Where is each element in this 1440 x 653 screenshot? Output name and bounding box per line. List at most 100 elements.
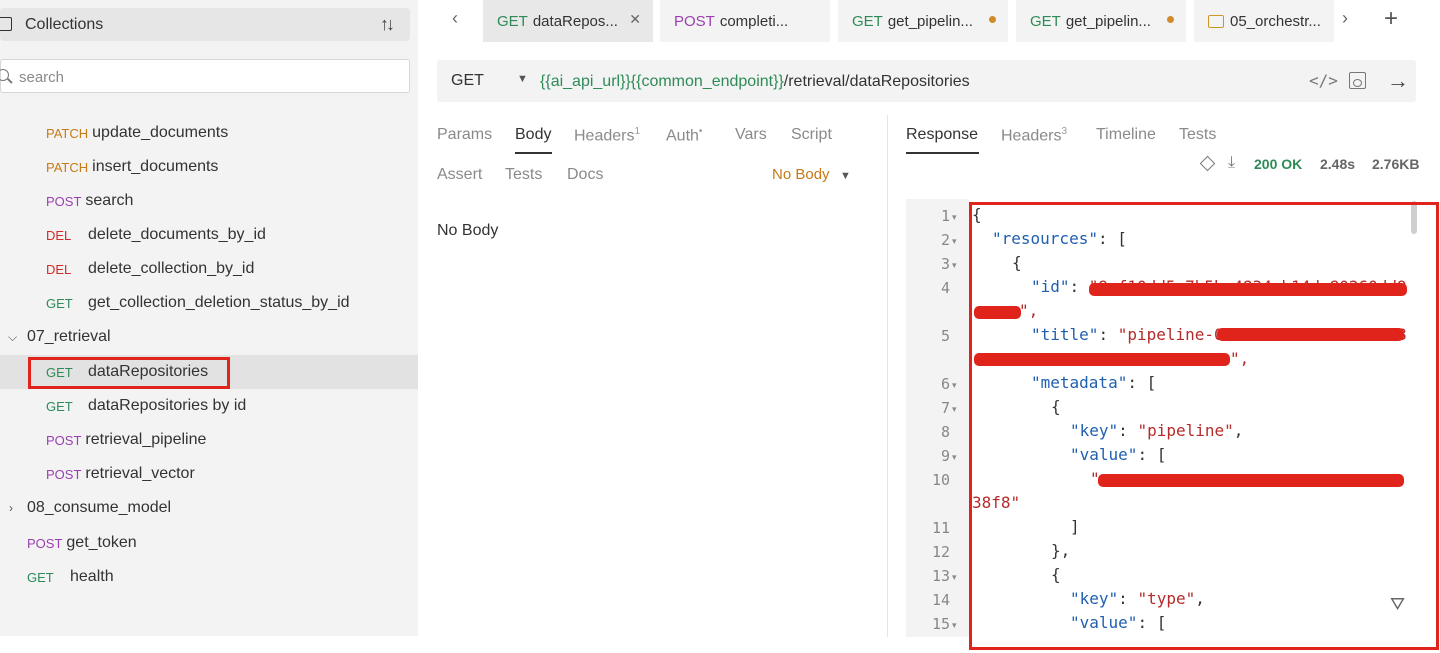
folder-label: 07_retrieval (27, 328, 111, 345)
chevron-down-icon[interactable]: ▼ (840, 170, 851, 182)
url-bar: GET ▼ {{ai_api_url}}{{common_endpoint}}/… (437, 60, 1416, 102)
collections-header[interactable]: Collections ↑↓ (0, 8, 410, 41)
sidebar-item-retrieval-vector[interactable]: POST retrieval_vector (0, 457, 418, 491)
tab-script[interactable]: Script (791, 126, 832, 144)
body-mode-select[interactable]: No Body (772, 166, 830, 183)
fold-icon[interactable]: ▾ (952, 572, 957, 583)
active-tab-indicator (906, 152, 979, 154)
tab-get-pipeline-1[interactable]: GET get_pipelin... (838, 0, 1008, 42)
line-number: 11 (931, 519, 950, 537)
tab-response[interactable]: Response (906, 126, 978, 144)
folder-08-consume-model[interactable]: › 08_consume_model (0, 491, 418, 525)
new-tab-plus-icon[interactable]: + (1384, 5, 1398, 33)
sidebar-item-update-documents[interactable]: PATCH update_documents (0, 116, 418, 150)
tab-label: get_pipelin... (1065, 12, 1151, 30)
download-icon[interactable]: ⤓ (1228, 154, 1235, 172)
fold-icon[interactable]: ▾ (952, 236, 957, 247)
tab-docs[interactable]: Docs (567, 166, 603, 184)
response-size: 2.76KB (1372, 156, 1420, 172)
tabs-scroll-left-icon[interactable]: ‹ (452, 8, 458, 29)
sidebar-item-insert-documents[interactable]: PATCH insert_documents (0, 150, 418, 184)
save-icon[interactable] (1349, 72, 1366, 89)
code-generate-icon[interactable]: </> (1309, 71, 1338, 90)
body-content-text: No Body (437, 222, 499, 239)
fold-icon[interactable]: ▾ (952, 380, 957, 391)
method-badge: DEL (46, 227, 72, 243)
tab-get-pipeline-2[interactable]: GET get_pipelin... (1016, 0, 1186, 42)
line-number: 10 (931, 471, 950, 489)
chevron-down-icon[interactable]: ▼ (517, 73, 528, 85)
fold-icon[interactable]: ▾ (952, 404, 957, 415)
search-box[interactable] (0, 59, 410, 93)
tab-params[interactable]: Params (437, 126, 492, 144)
sidebar-footer-toolbar (0, 628, 418, 638)
line-number: 8 (940, 423, 950, 441)
tab-method: POST (674, 12, 715, 30)
collections-title: Collections (25, 16, 104, 33)
sidebar-item-delete-documents-by-id[interactable]: DEL delete_documents_by_id (0, 218, 418, 252)
tab-tests[interactable]: Tests (505, 166, 542, 184)
unsaved-dot-icon (1167, 16, 1174, 23)
line-number: 6 (940, 375, 950, 393)
sidebar-item-datarepositories-by-id[interactable]: GET dataRepositories by id (0, 389, 418, 423)
tab-label: completi... (719, 12, 789, 30)
tab-datarepositories[interactable]: GET dataRepos... ✕ (483, 0, 653, 42)
fold-icon[interactable]: ▾ (952, 260, 957, 271)
fold-icon[interactable]: ▾ (952, 452, 957, 463)
tab-completions[interactable]: POST completi... (660, 0, 830, 42)
sidebar-item-label: retrieval_pipeline (85, 431, 207, 448)
sidebar-item-label: insert_documents (92, 158, 219, 175)
tab-05-orchestration[interactable]: 05_orchestr... (1194, 0, 1334, 42)
tab-response-tests[interactable]: Tests (1179, 126, 1216, 144)
line-number: 5 (940, 327, 950, 345)
sidebar-item-retrieval-pipeline[interactable]: POST retrieval_pipeline (0, 423, 418, 457)
tab-headers[interactable]: Headers1 (574, 126, 640, 145)
sidebar-item-label: delete_collection_by_id (88, 260, 255, 277)
tab-body[interactable]: Body (515, 126, 551, 144)
url-input[interactable]: {{ai_api_url}}{{common_endpoint}}/retrie… (540, 73, 970, 91)
sidebar-item-label: get_token (66, 534, 137, 551)
tab-timeline[interactable]: Timeline (1096, 126, 1156, 144)
folder-label: 08_consume_model (27, 499, 172, 516)
method-badge: GET (27, 569, 54, 585)
tab-auth[interactable]: Auth• (666, 126, 702, 145)
tabs-scroll-right-icon[interactable]: › (1342, 8, 1348, 29)
sidebar-item-label: health (70, 568, 114, 585)
search-input[interactable] (19, 66, 399, 88)
http-method-select[interactable]: GET (451, 72, 484, 90)
sidebar-item-label: search (85, 192, 134, 209)
sidebar-item-get-collection-deletion-status[interactable]: GET get_collection_deletion_status_by_id (0, 286, 418, 320)
send-arrow-icon[interactable]: → (1387, 68, 1409, 94)
tab-method: GET (852, 12, 883, 30)
sidebar-item-health[interactable]: GET health (0, 560, 418, 594)
line-number: 14 (931, 591, 950, 609)
tab-method: GET (1030, 12, 1061, 30)
sidebar-item-label: update_documents (92, 124, 229, 141)
line-number: 9 (940, 447, 950, 465)
tab-response-headers[interactable]: Headers3 (1001, 126, 1067, 145)
chevron-down-icon: ⌵ (8, 330, 18, 344)
fold-icon[interactable]: ▾ (952, 620, 957, 631)
sort-icon[interactable]: ↑↓ (380, 14, 395, 35)
sidebar-item-label: dataRepositories by id (88, 397, 247, 414)
folder-07-retrieval[interactable]: ⌵ 07_retrieval (0, 320, 418, 354)
method-badge: PATCH (46, 159, 89, 175)
fold-icon[interactable]: ▾ (952, 212, 957, 223)
tab-assert[interactable]: Assert (437, 166, 482, 184)
close-icon[interactable]: ✕ (629, 11, 641, 28)
tab-label: dataRepos... (532, 12, 618, 30)
sidebar-item-delete-collection-by-id[interactable]: DEL delete_collection_by_id (0, 252, 418, 286)
method-badge: POST (27, 535, 63, 551)
pane-divider[interactable] (887, 115, 888, 637)
collections-icon (0, 17, 12, 31)
line-number: 3 (940, 255, 950, 273)
response-time: 2.48s (1320, 156, 1356, 172)
sidebar-item-get-token[interactable]: POST get_token (0, 526, 418, 560)
clear-response-icon[interactable] (1199, 155, 1216, 172)
sidebar-item-search[interactable]: POST search (0, 184, 418, 218)
method-badge: POST (46, 432, 82, 448)
search-icon (0, 69, 9, 81)
line-number: 1 (940, 207, 950, 225)
unsaved-dot-icon (989, 16, 996, 23)
tab-vars[interactable]: Vars (735, 126, 767, 144)
